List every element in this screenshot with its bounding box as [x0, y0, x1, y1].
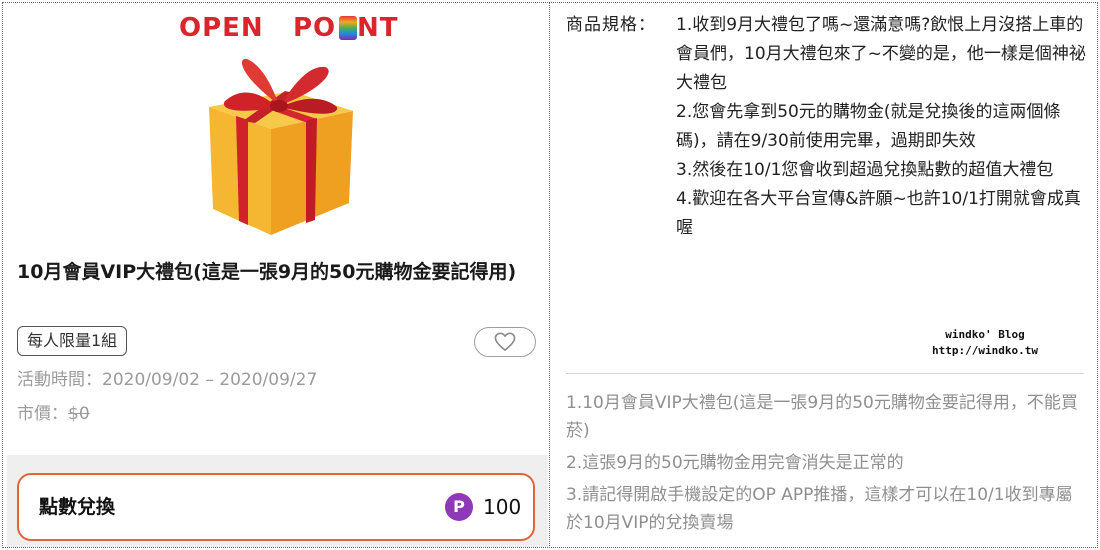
logo-word-po: PO	[293, 13, 337, 43]
activity-period: 活動時間：2020/09/02 – 2020/09/27	[17, 367, 317, 393]
logo-word-nt: NT	[357, 13, 399, 43]
market-price: 市價：$0	[17, 401, 90, 427]
spec-item: 4.歡迎在各大平台宣傳&許願~也許10/1打開就會成真喔	[676, 189, 1081, 238]
redeem-points-value: 100	[483, 495, 522, 519]
note-item: 2.這張9月的50元購物金用完會消失是正常的	[566, 453, 904, 473]
logo-rainbow-i	[339, 16, 357, 40]
logo-word-open: OPEN	[179, 13, 264, 43]
favorite-button[interactable]	[474, 327, 536, 357]
gift-box-image	[209, 58, 353, 235]
point-coin-icon: P	[445, 493, 473, 521]
spec-item: 2.您會先拿到50元的購物金(就是兌換後的這兩個條碼)，請在9/30前使用完畢，…	[676, 102, 1061, 151]
redeem-points-button[interactable]: 點數兌換 P 100	[17, 473, 535, 541]
market-price-label: 市價：	[17, 404, 68, 424]
spec-label: 商品規格：	[566, 15, 656, 35]
market-price-value: $0	[68, 404, 90, 424]
blog-watermark: windko' Blog http://windko.tw	[930, 327, 1040, 359]
product-title: 10月會員VIP大禮包(這是一張9月的50元購物金要記得用)	[17, 261, 517, 283]
spec-item: 3.然後在10/1您會收到超過兌換點數的超值大禮包	[676, 160, 1054, 180]
activity-period-value: 2020/09/02 – 2020/09/27	[102, 370, 318, 390]
watermark-title: windko' Blog	[945, 328, 1025, 341]
product-card: OPEN PO NT 10月會員VIP大禮包(這是一張9月的50元購物金要記得用…	[3, 3, 548, 547]
activity-period-label: 活動時間：	[17, 370, 102, 390]
redeem-label: 點數兌換	[39, 496, 116, 518]
note-item: 3.請記得開啟手機設定的OP APP推播，這樣才可以在10/1收到專屬於10月V…	[566, 485, 1073, 533]
purchase-limit-badge: 每人限量1組	[17, 326, 128, 356]
openpoint-logo: OPEN PO NT	[179, 13, 398, 43]
heart-icon	[494, 332, 516, 351]
section-divider	[566, 373, 1084, 374]
spec-list: 1.收到9月大禮包了嗎~還滿意嗎?飲恨上月沒搭上車的會員們，10月大禮包來了~不…	[676, 11, 1086, 243]
notes-list: 1.10月會員VIP大禮包(這是一張9月的50元購物金要記得用，不能買菸) 2.…	[566, 389, 1086, 541]
watermark-url: http://windko.tw	[932, 344, 1038, 357]
product-details: 商品規格： 1.收到9月大禮包了嗎~還滿意嗎?飲恨上月沒搭上車的會員們，10月大…	[550, 3, 1096, 547]
note-item: 1.10月會員VIP大禮包(這是一張9月的50元購物金要記得用，不能買菸)	[566, 393, 1078, 441]
spec-item: 1.收到9月大禮包了嗎~還滿意嗎?飲恨上月沒搭上車的會員們，10月大禮包來了~不…	[676, 15, 1086, 93]
